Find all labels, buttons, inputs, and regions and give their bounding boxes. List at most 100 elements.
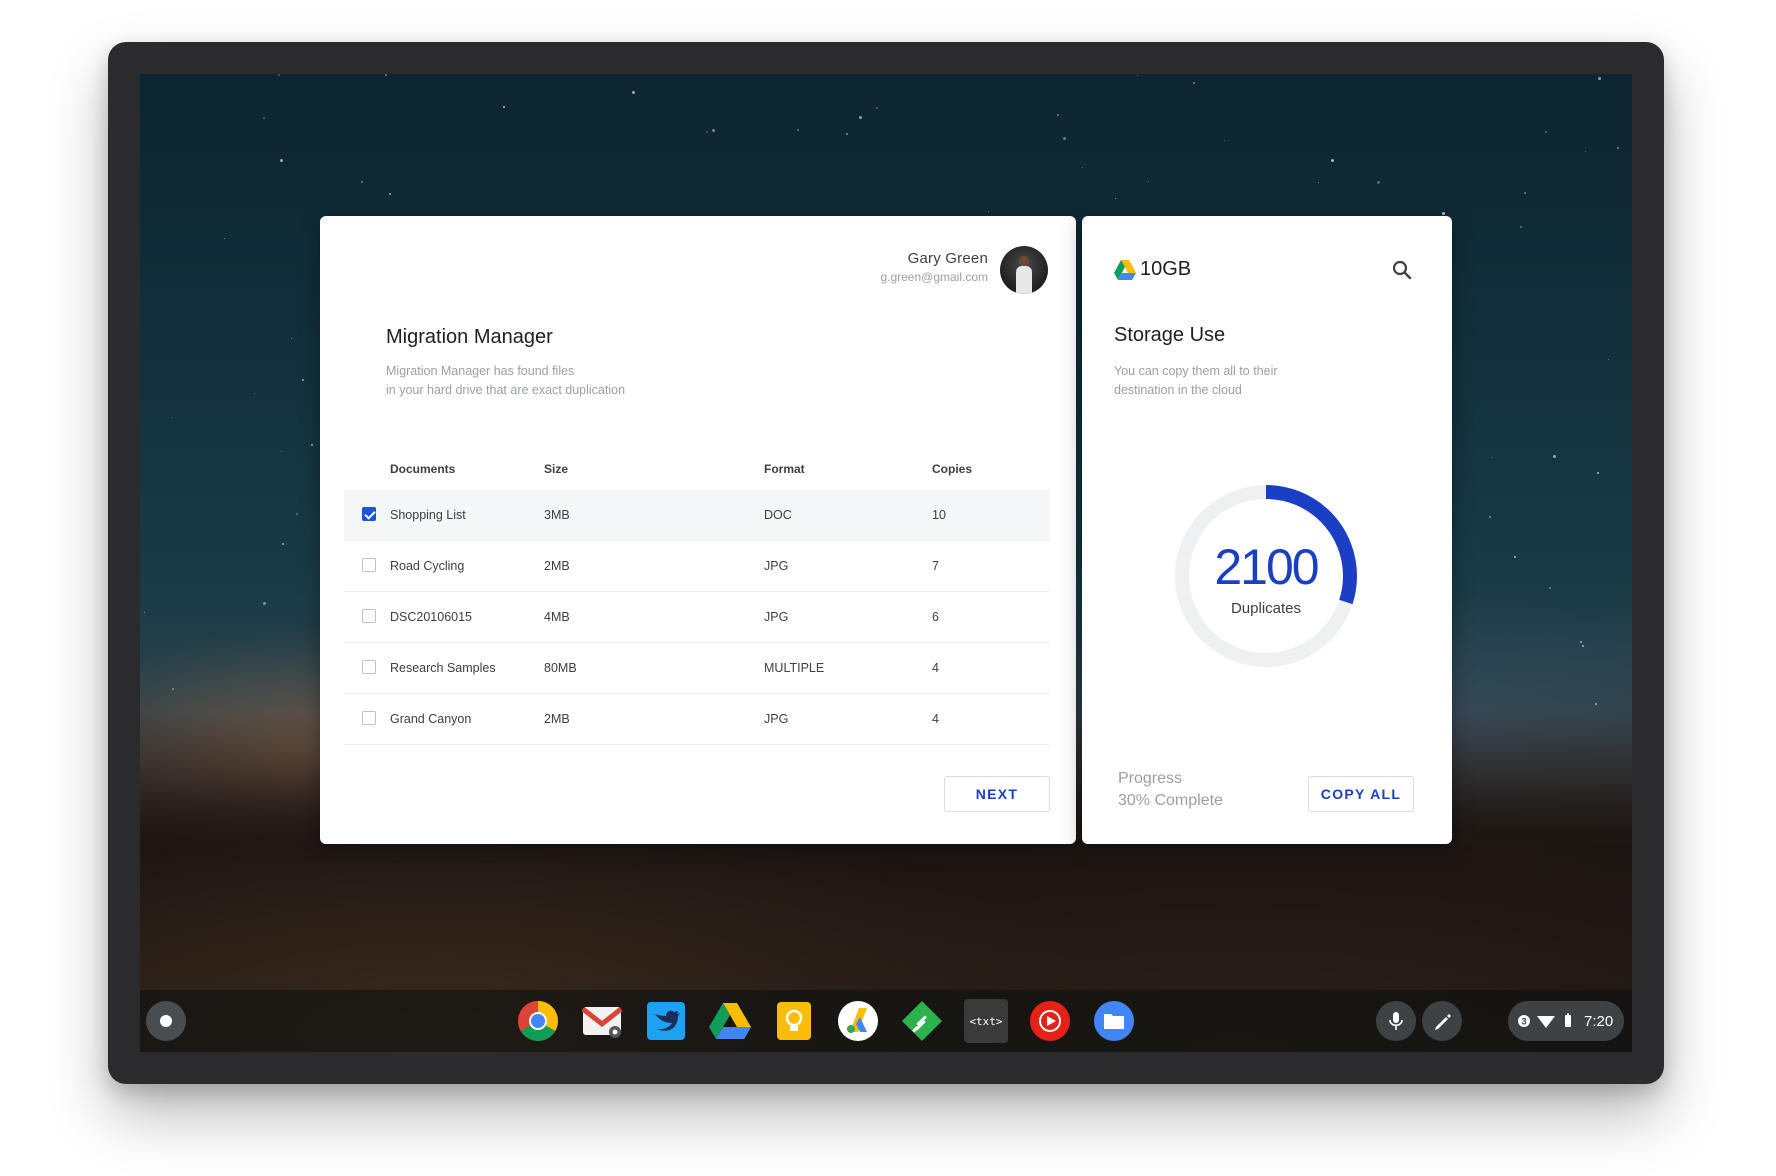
search-icon[interactable]	[1390, 258, 1414, 282]
migration-manager-card: Gary Green g.green@gmail.com Migration M…	[320, 216, 1076, 844]
star	[263, 602, 266, 605]
clock: 7:20	[1584, 1013, 1614, 1030]
star	[859, 116, 862, 119]
avatar[interactable]	[1000, 246, 1048, 294]
star	[311, 444, 313, 446]
star	[988, 211, 989, 212]
star	[712, 129, 715, 132]
cell-document: DSC20106015	[390, 610, 473, 624]
row-checkbox[interactable]	[362, 507, 376, 521]
column-size[interactable]: Size	[544, 462, 568, 476]
table-row[interactable]: Shopping List 3MB DOC 10	[344, 490, 1050, 541]
desktop-screen: Gary Green g.green@gmail.com Migration M…	[140, 74, 1632, 1052]
adwords-icon[interactable]	[836, 999, 880, 1043]
shelf: <txt> 3 7:20	[140, 990, 1632, 1052]
cell-size: 80MB	[544, 661, 577, 675]
star	[1514, 556, 1516, 558]
next-button[interactable]: NEXT	[944, 776, 1050, 812]
star	[302, 379, 304, 381]
star	[224, 238, 225, 239]
subtitle-line-1: Migration Manager has found files	[386, 364, 575, 378]
column-copies[interactable]: Copies	[932, 462, 972, 476]
storage-subtitle-line-1: You can copy them all to their	[1114, 364, 1278, 378]
storage-subtitle-line-2: destination in the cloud	[1114, 383, 1242, 397]
star	[1545, 131, 1547, 133]
cell-document: Road Cycling	[390, 559, 465, 573]
launcher-button[interactable]	[146, 1001, 186, 1041]
table-row[interactable]: Research Samples 80MB MULTIPLE 4	[344, 643, 1050, 694]
star	[1489, 516, 1491, 518]
star	[1063, 137, 1066, 140]
page-subtitle: Migration Manager has found files in you…	[386, 362, 746, 400]
star	[1598, 77, 1601, 80]
page-title: Migration Manager	[386, 326, 553, 348]
pen-icon	[1435, 1014, 1451, 1030]
star	[280, 159, 283, 162]
text-editor-icon[interactable]: <txt>	[964, 999, 1008, 1043]
star	[263, 117, 265, 119]
twitter-icon[interactable]	[644, 999, 688, 1043]
row-checkbox[interactable]	[362, 609, 376, 623]
microphone-button[interactable]	[1376, 1001, 1416, 1041]
cell-size: 4MB	[544, 610, 570, 624]
status-icons: 3	[1518, 1013, 1571, 1028]
star	[361, 181, 363, 183]
user-email: g.green@gmail.com	[880, 270, 988, 284]
storage-title: Storage Use	[1114, 324, 1226, 346]
cell-size: 2MB	[544, 712, 570, 726]
cell-copies: 7	[932, 559, 939, 573]
youtube-icon[interactable]	[1028, 999, 1072, 1043]
star	[254, 393, 255, 394]
google-drive-icon	[1114, 260, 1136, 280]
table-row[interactable]: Grand Canyon 2MB JPG 4	[344, 694, 1050, 745]
star	[1617, 147, 1619, 149]
row-checkbox[interactable]	[362, 711, 376, 725]
star	[632, 91, 635, 94]
star	[172, 688, 174, 690]
star	[1224, 140, 1225, 141]
cell-document: Research Samples	[390, 661, 496, 675]
cell-format: JPG	[764, 712, 789, 726]
star	[171, 417, 172, 418]
column-documents[interactable]: Documents	[390, 462, 455, 476]
star	[876, 107, 878, 109]
star	[281, 451, 282, 452]
star	[1549, 587, 1551, 589]
star	[282, 543, 284, 545]
cell-copies: 6	[932, 610, 939, 624]
star	[296, 513, 298, 515]
table-row[interactable]: DSC20106015 4MB JPG 6	[344, 592, 1050, 643]
files-icon[interactable]	[1092, 999, 1136, 1043]
cell-format: DOC	[764, 508, 792, 522]
gmail-icon[interactable]	[580, 999, 624, 1043]
row-checkbox[interactable]	[362, 660, 376, 674]
duplicates-table: Documents Size Format Copies Shopping Li…	[344, 450, 1050, 745]
stylus-button[interactable]	[1422, 1001, 1462, 1041]
copy-all-button[interactable]: COPY ALL	[1308, 776, 1414, 812]
status-area[interactable]: 3 7:20	[1508, 1001, 1624, 1041]
star	[1193, 82, 1195, 84]
duplicates-count: 2100	[1214, 539, 1319, 595]
storage-subtitle: You can copy them all to their destinati…	[1114, 362, 1334, 400]
storage-use-card: 10GB Storage Use You can copy them all t…	[1082, 216, 1452, 844]
star	[1553, 455, 1556, 458]
star	[1331, 159, 1334, 162]
keep-icon[interactable]	[772, 999, 816, 1043]
chrome-icon[interactable]	[516, 999, 560, 1043]
user-name: Gary Green	[907, 250, 988, 267]
cell-copies: 4	[932, 712, 939, 726]
star	[1608, 359, 1609, 360]
column-format[interactable]: Format	[764, 462, 805, 476]
feedly-icon[interactable]	[900, 999, 944, 1043]
cell-size: 2MB	[544, 559, 570, 573]
subtitle-line-2: in your hard drive that are exact duplic…	[386, 383, 626, 397]
avatar-body	[1016, 266, 1032, 294]
star	[1082, 167, 1083, 168]
microphone-icon	[1389, 1012, 1403, 1030]
drive-icon[interactable]	[708, 999, 752, 1043]
row-checkbox[interactable]	[362, 558, 376, 572]
cell-format: JPG	[764, 559, 789, 573]
star	[1520, 226, 1522, 228]
table-row[interactable]: Road Cycling 2MB JPG 7	[344, 541, 1050, 592]
star	[1137, 75, 1138, 76]
